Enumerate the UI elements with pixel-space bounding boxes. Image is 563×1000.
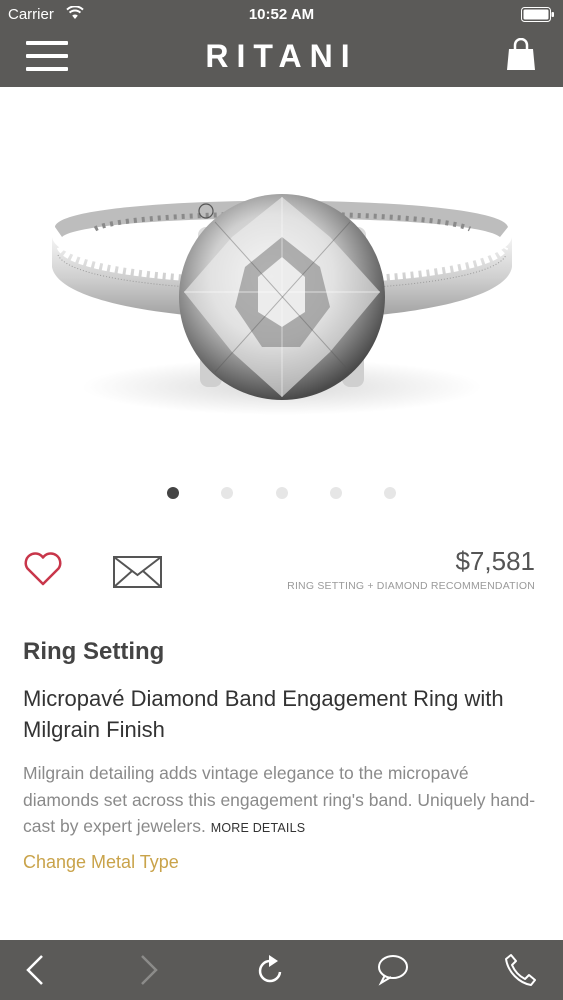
- status-bar: Carrier 10:52 AM: [0, 0, 563, 28]
- back-icon[interactable]: [22, 952, 48, 988]
- pager-dot[interactable]: [167, 487, 179, 499]
- price: $7,581: [455, 546, 535, 576]
- more-details-link[interactable]: MORE DETAILS: [211, 821, 306, 835]
- section-title: Ring Setting: [23, 638, 165, 665]
- product-name: Micropavé Diamond Band Engagement Ring w…: [23, 686, 504, 742]
- image-pager: [0, 485, 563, 501]
- pager-dot[interactable]: [384, 487, 396, 499]
- ring-image: [52, 194, 512, 415]
- battery-icon: [521, 7, 554, 22]
- heart-icon[interactable]: [23, 551, 63, 587]
- status-time: 10:52 AM: [248, 6, 315, 23]
- pager-dot[interactable]: [330, 487, 342, 499]
- phone-icon[interactable]: [502, 952, 538, 988]
- change-metal-link[interactable]: Change Metal Type: [23, 852, 179, 873]
- chat-icon[interactable]: [376, 952, 410, 988]
- bottom-toolbar: [0, 940, 563, 1000]
- nav-bar: RITANI: [0, 28, 563, 87]
- pager-dot[interactable]: [221, 487, 233, 499]
- forward-icon[interactable]: [136, 952, 162, 988]
- mail-icon[interactable]: [113, 556, 163, 588]
- refresh-icon[interactable]: [254, 952, 286, 988]
- pager-dot[interactable]: [276, 487, 288, 499]
- product-description: Milgrain detailing adds vintage elegance…: [23, 760, 548, 842]
- product-image[interactable]: [0, 87, 563, 472]
- price-caption: RING SETTING + DIAMOND RECOMMENDATION: [287, 580, 535, 592]
- brand-logo: RITANI: [205, 38, 358, 74]
- app-header: Carrier 10:52 AM RITANI: [0, 0, 563, 87]
- shopping-bag-icon[interactable]: [506, 38, 536, 72]
